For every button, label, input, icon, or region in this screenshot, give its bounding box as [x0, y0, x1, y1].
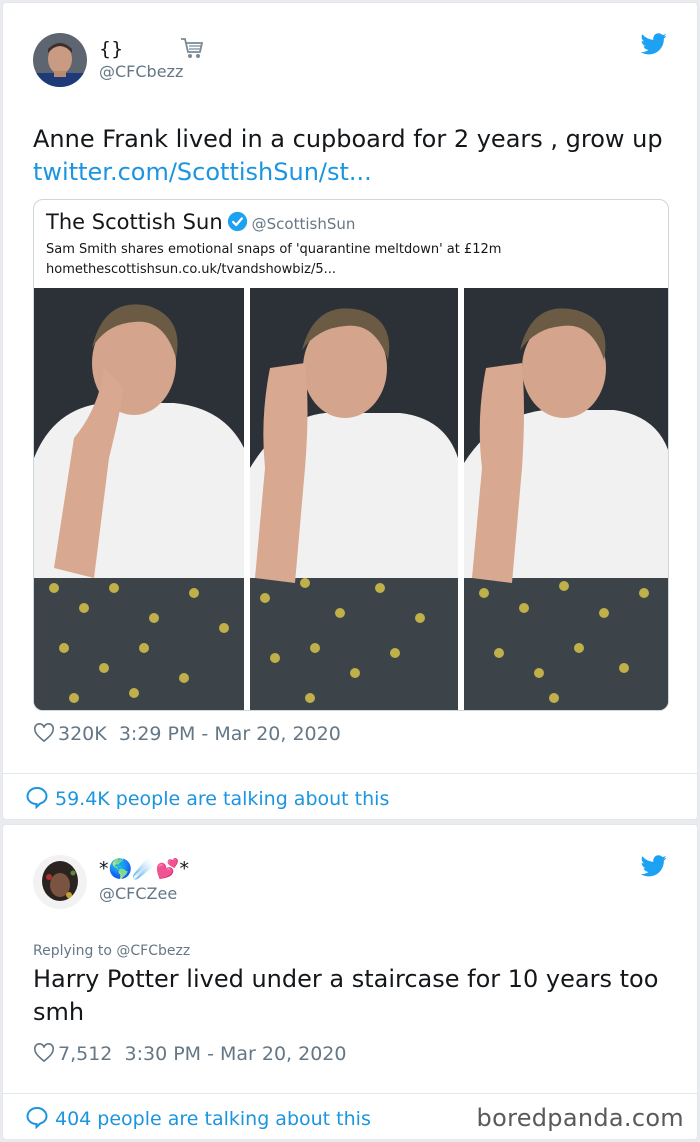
comment-bubble-icon: [25, 1105, 49, 1134]
tweet-meta: 7,512 3:30 PM - Mar 20, 2020: [33, 1043, 347, 1068]
quoted-handle: @ScottishSun: [251, 215, 356, 233]
comment-bubble-icon: [25, 785, 49, 814]
photo-1[interactable]: [34, 288, 244, 710]
tweet-card-1: {} @CFCbezz Anne Frank lived in a cupboa…: [2, 2, 698, 820]
talking-count: 404 people are talking about this: [55, 1108, 371, 1130]
watermark: boredpanda.com: [476, 1104, 684, 1132]
tweet-text: Anne Frank lived in a cupboard for 2 yea…: [33, 125, 663, 186]
divider: [3, 773, 697, 774]
timestamp[interactable]: 3:30 PM - Mar 20, 2020: [125, 1043, 347, 1065]
display-name[interactable]: *🌎☄️💕*: [99, 857, 189, 880]
tweet-link[interactable]: twitter.com/ScottishSun/st...: [33, 158, 372, 186]
tweet-card-2: *🌎☄️💕* @CFCZee Replying to @CFCbezz Harr…: [2, 824, 698, 1140]
avatar[interactable]: [33, 33, 87, 87]
tweet-meta: 320K 3:29 PM - Mar 20, 2020: [33, 723, 341, 748]
quoted-account[interactable]: The Scottish Sun @ScottishSun: [46, 210, 355, 237]
quoted-display-name: The Scottish Sun: [46, 210, 223, 234]
divider: [3, 1093, 697, 1094]
like-count[interactable]: 320K: [58, 723, 107, 745]
heart-icon[interactable]: [33, 1043, 55, 1068]
twitter-bird-icon[interactable]: [640, 855, 667, 877]
user-handle[interactable]: @CFCbezz: [99, 62, 183, 81]
like-count[interactable]: 7,512: [58, 1043, 112, 1065]
conversation-link[interactable]: 404 people are talking about this: [25, 1105, 371, 1134]
avatar[interactable]: [33, 855, 87, 909]
twitter-bird-icon[interactable]: [640, 33, 667, 55]
talking-count: 59.4K people are talking about this: [55, 788, 390, 810]
photo-2[interactable]: [250, 288, 458, 710]
photo-3[interactable]: [464, 288, 668, 710]
quoted-headline: Sam Smith shares emotional snaps of 'qua…: [46, 242, 502, 257]
verified-badge-icon: [227, 211, 248, 237]
conversation-link[interactable]: 59.4K people are talking about this: [25, 785, 389, 814]
heart-icon[interactable]: [33, 723, 55, 748]
user-handle[interactable]: @CFCZee: [99, 884, 177, 903]
quoted-tweet[interactable]: The Scottish Sun @ScottishSun Sam Smith s…: [33, 199, 669, 711]
timestamp[interactable]: 3:29 PM - Mar 20, 2020: [119, 723, 341, 745]
quoted-url[interactable]: homethescottishsun.co.uk/tvandshowbiz/5.…: [46, 262, 336, 277]
tweet-text: Harry Potter lived under a staircase for…: [33, 965, 659, 1026]
replying-to[interactable]: Replying to @CFCbezz: [33, 943, 190, 959]
